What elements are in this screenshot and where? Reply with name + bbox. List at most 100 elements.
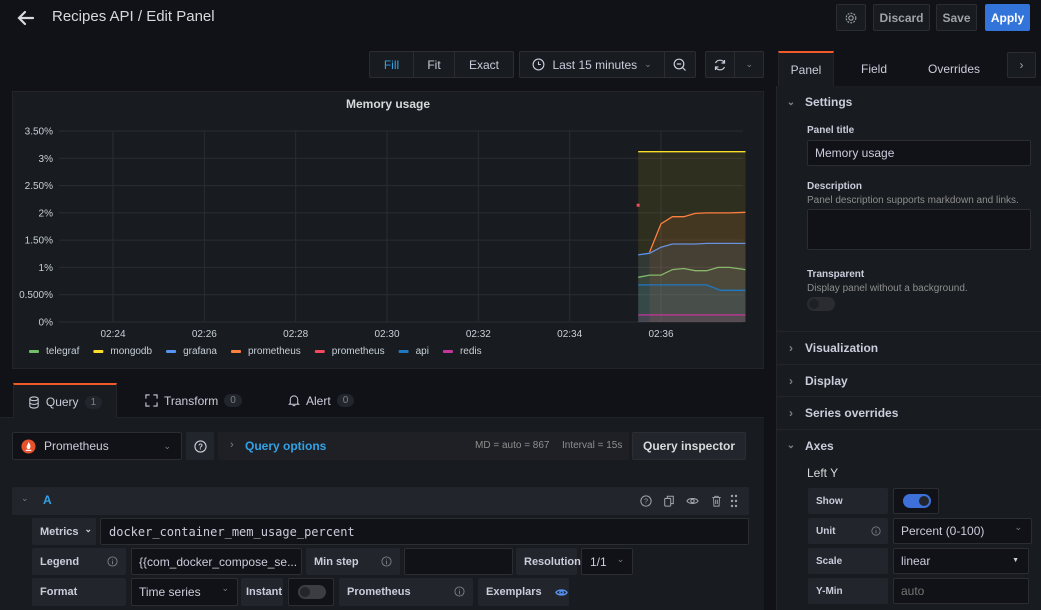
collapse-chevron-icon[interactable]: ⌄ xyxy=(21,493,29,504)
chevron-right-icon: › xyxy=(1019,58,1024,72)
transparent-label: Transparent xyxy=(807,269,865,280)
memory-usage-chart[interactable]: 0% 0.500% 1% 1.50% 2% 2.50% 3% 3.50% 02:24 02:26 0… xyxy=(13,92,765,370)
resolution-select[interactable]: 1/1 ⌄ xyxy=(581,548,633,575)
chevron-down-icon: ⌄ xyxy=(786,96,796,108)
exemplars-toggle[interactable]: Exemplars xyxy=(478,578,569,606)
drag-handle-icon xyxy=(730,494,738,508)
format-select[interactable]: Time series ⌄ xyxy=(131,578,238,606)
ymin-input[interactable] xyxy=(893,578,1029,604)
info-circle-icon xyxy=(454,586,465,597)
transparent-toggle[interactable] xyxy=(807,297,835,311)
show-axis-toggle[interactable] xyxy=(903,494,931,508)
tab-transform[interactable]: Transform 0 xyxy=(145,383,242,418)
legend-item-api[interactable]: api xyxy=(416,346,429,357)
datasource-picker[interactable]: Prometheus ⌄ xyxy=(12,432,182,460)
min-step-label-cell: Min step xyxy=(306,548,400,575)
zoom-out-button[interactable] xyxy=(665,52,695,77)
section-settings[interactable]: ⌄ Settings xyxy=(777,86,1041,118)
exact-button[interactable]: Exact xyxy=(455,52,513,77)
transform-count-badge: 0 xyxy=(224,394,242,407)
query-options-bar[interactable]: › Query options MD = auto = 867 Interval… xyxy=(218,432,629,460)
tab-panel[interactable]: Panel xyxy=(778,51,834,86)
transform-icon xyxy=(145,394,158,407)
section-display[interactable]: › Display xyxy=(777,364,1041,396)
min-step-input[interactable] xyxy=(404,548,513,575)
instant-label: Instant xyxy=(241,578,283,606)
legend-item-mongodb[interactable]: mongodb xyxy=(110,346,152,357)
y-tick-label: 1% xyxy=(39,263,54,274)
tab-alert[interactable]: Alert 0 xyxy=(288,383,355,418)
eye-icon xyxy=(685,498,699,504)
zoom-out-icon xyxy=(673,58,687,71)
section-visualization[interactable]: › Visualization xyxy=(777,331,1041,363)
section-series-overrides[interactable]: › Series overrides xyxy=(777,396,1041,428)
refresh-interval-dropdown[interactable]: ⌄ xyxy=(735,52,763,77)
query-row-header[interactable]: ⌄ A ? xyxy=(12,487,749,515)
metrics-query-input[interactable]: docker_container_mem_usage_percent xyxy=(100,518,749,545)
legend-item-telegraf[interactable]: telegraf xyxy=(46,346,80,357)
transparent-hint: Display panel without a background. xyxy=(807,283,968,294)
page-title: Recipes API / Edit Panel xyxy=(52,8,215,25)
legend-item-redis[interactable]: redis xyxy=(460,346,482,357)
legend-item-prometheus[interactable]: prometheus xyxy=(332,346,385,357)
prometheus-type-label: Prometheus xyxy=(347,586,411,598)
fit-button[interactable]: Fit xyxy=(414,52,455,77)
legend-label: Legend xyxy=(40,555,80,568)
x-tick-label: 02:34 xyxy=(557,329,582,340)
section-visualization-label: Visualization xyxy=(805,340,879,355)
time-range-picker[interactable]: Last 15 minutes ⌄ xyxy=(520,52,666,77)
back-arrow-icon[interactable] xyxy=(16,8,38,30)
legend-swatch-prometheus xyxy=(230,350,241,353)
chevron-right-icon: › xyxy=(789,340,793,355)
collapse-sidebar-button[interactable]: › xyxy=(1007,52,1036,78)
legend-item-prometheus[interactable]: prometheus xyxy=(248,346,301,357)
max-datapoints-info: MD = auto = 867 xyxy=(475,440,550,451)
bell-icon xyxy=(288,395,300,407)
settings-button[interactable] xyxy=(836,4,866,31)
tab-overrides[interactable]: Overrides xyxy=(919,51,989,86)
legend-item-grafana[interactable]: grafana xyxy=(183,346,217,357)
tab-field[interactable]: Field xyxy=(846,51,902,86)
datasource-help-button[interactable]: ? xyxy=(186,432,214,460)
chevron-down-icon: ⌄ xyxy=(786,440,796,451)
query-help-button[interactable]: ? xyxy=(638,493,654,509)
apply-button[interactable]: Apply xyxy=(985,4,1030,31)
view-mode-group: Fill Fit Exact xyxy=(369,51,514,78)
metrics-dropdown[interactable]: Metrics ⌄ xyxy=(32,518,96,545)
x-tick-label: 02:36 xyxy=(648,329,673,340)
description-textarea[interactable] xyxy=(807,209,1031,250)
unit-label-cell: Unit xyxy=(808,518,888,544)
duplicate-query-button[interactable] xyxy=(661,493,677,509)
unit-select[interactable]: Percent (0-100) ⌄ xyxy=(893,518,1032,544)
tab-query[interactable]: Query 1 xyxy=(13,383,117,419)
save-button[interactable]: Save xyxy=(936,4,977,31)
discard-button[interactable]: Discard xyxy=(873,4,930,31)
ymin-label: Y-Min xyxy=(808,578,888,604)
query-inspector-button[interactable]: Query inspector xyxy=(632,432,746,460)
section-axes[interactable]: ⌄ Axes xyxy=(777,429,1041,461)
legend-format-input[interactable]: {{com_docker_compose_se... xyxy=(131,548,302,575)
show-label: Show xyxy=(808,488,888,514)
instant-toggle[interactable] xyxy=(298,585,326,599)
metrics-label: Metrics xyxy=(40,525,79,538)
scale-select[interactable]: linear ▼ xyxy=(893,548,1029,574)
left-y-heading: Left Y xyxy=(807,466,839,480)
chevron-down-icon: ⌄ xyxy=(616,554,625,564)
scale-label: Scale xyxy=(808,548,888,574)
show-toggle-cell xyxy=(893,488,939,514)
query-ref-id[interactable]: A xyxy=(43,493,52,507)
legend-swatch-api xyxy=(398,350,409,353)
instant-toggle-cell xyxy=(288,578,334,606)
panel-title-input[interactable]: Memory usage xyxy=(807,140,1031,166)
delete-query-button[interactable] xyxy=(708,493,724,509)
unit-value: Percent (0-100) xyxy=(901,524,985,538)
legend-swatch-telegraf xyxy=(29,350,39,353)
toggle-query-visibility-button[interactable] xyxy=(684,493,700,509)
fill-button[interactable]: Fill xyxy=(370,52,414,77)
prometheus-type-label-cell: Prometheus xyxy=(339,578,473,606)
y-tick-label: 0.500% xyxy=(19,290,53,301)
x-tick-label: 02:30 xyxy=(374,329,399,340)
drag-handle[interactable] xyxy=(728,492,740,510)
refresh-button[interactable] xyxy=(706,52,736,77)
scale-value: linear xyxy=(901,554,931,568)
